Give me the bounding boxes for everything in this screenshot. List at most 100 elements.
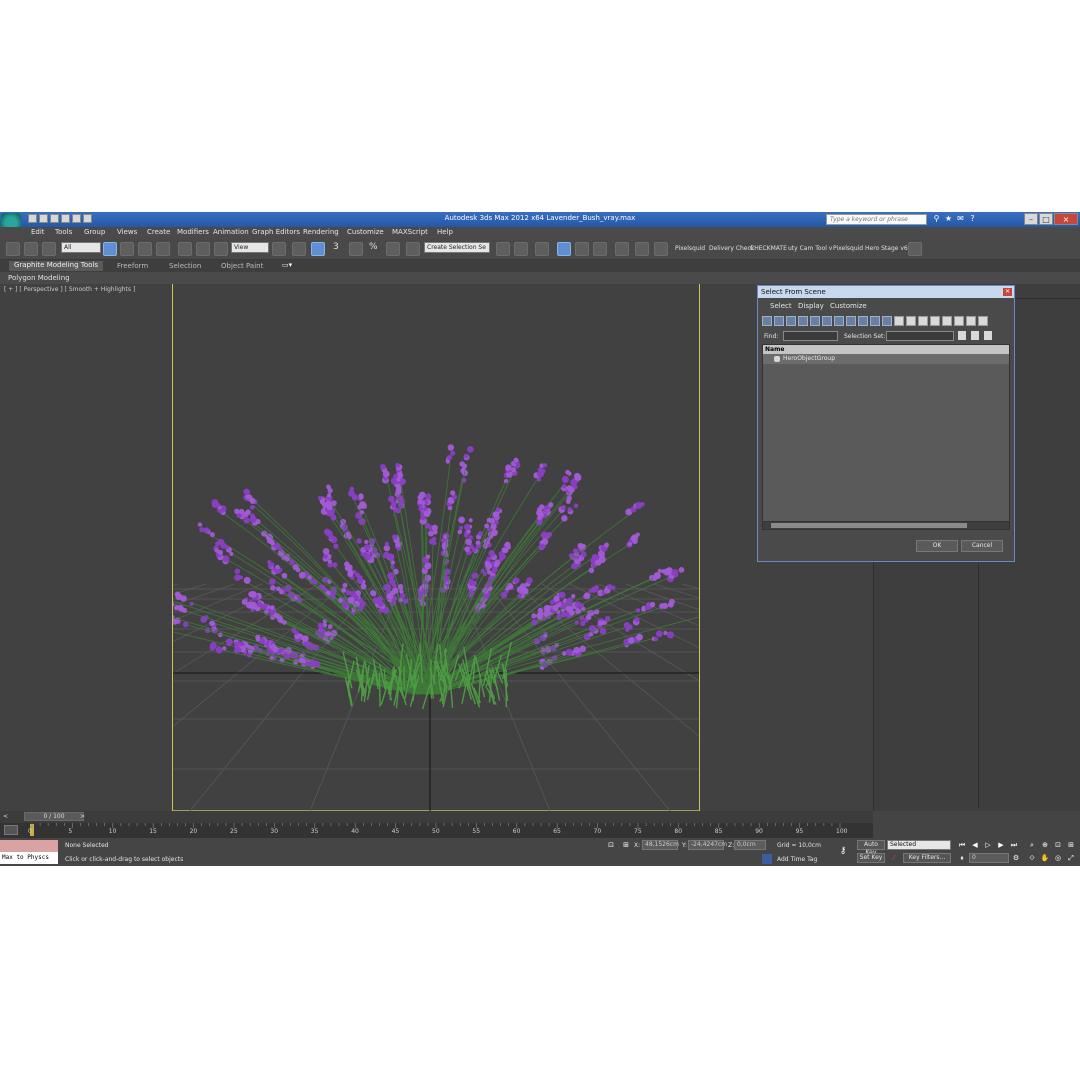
display-frozen-icon[interactable] [882, 316, 892, 326]
dialog-menu-display[interactable]: Display [798, 302, 824, 310]
filter-icon[interactable] [966, 316, 976, 326]
unlink-icon[interactable] [24, 242, 38, 256]
display-groups-icon[interactable] [834, 316, 844, 326]
display-xrefs-icon[interactable] [846, 316, 856, 326]
teapot-render-icon[interactable] [908, 242, 922, 256]
menu-help[interactable]: Help [437, 228, 453, 236]
time-configuration-icon[interactable]: ⚙ [1011, 853, 1021, 863]
find-input[interactable] [783, 331, 838, 341]
dialog-menu-customize[interactable]: Customize [830, 302, 867, 310]
display-geometry-icon[interactable] [762, 316, 772, 326]
align-icon[interactable] [514, 242, 528, 256]
zoom-extents-icon[interactable]: ⊡ [1053, 840, 1063, 850]
reference-coordinate-dropdown[interactable]: View [231, 242, 269, 253]
schematic-view-icon[interactable] [593, 242, 607, 256]
select-none-icon[interactable] [971, 331, 979, 340]
track-bar[interactable]: 0 5 10 15 20 25 30 35 40 45 50 55 60 65 70 75 80 85 90 95 10… [0, 823, 873, 838]
bind-spacewarp-icon[interactable] [42, 242, 56, 256]
key-filters-button[interactable]: Key Filters... [903, 853, 951, 863]
binoculars-icon[interactable]: ⚲ [932, 214, 941, 223]
time-slider-bar[interactable]: < 0 / 100 > [0, 811, 873, 823]
tab-selection[interactable]: Selection [169, 262, 201, 270]
menu-animation[interactable]: Animation [213, 228, 249, 236]
display-lights-icon[interactable] [786, 316, 796, 326]
keyboard-shortcut-override-icon[interactable] [311, 242, 325, 256]
zoom-all-icon[interactable]: ⊕ [1040, 840, 1050, 850]
selection-set-dropdown[interactable] [886, 331, 954, 341]
select-invert-icon[interactable] [984, 331, 992, 340]
menu-create[interactable]: Create [147, 228, 170, 236]
add-time-tag-button[interactable]: Add Time Tag [777, 856, 817, 863]
display-containers-icon[interactable] [870, 316, 880, 326]
time-slider-right-arrow-icon[interactable]: > [80, 813, 85, 820]
menu-tools[interactable]: Tools [55, 228, 72, 236]
list-item[interactable]: HeroObjectGroup [763, 354, 1009, 364]
maxscript-output[interactable] [0, 840, 58, 852]
link-icon[interactable] [6, 242, 20, 256]
key-icon[interactable]: ⚷ [838, 846, 848, 856]
pivot-center-icon[interactable] [272, 242, 286, 256]
display-shapes-icon[interactable] [774, 316, 784, 326]
go-to-end-icon[interactable]: ⏭ [1009, 840, 1019, 850]
current-frame-field[interactable]: 0 [969, 853, 1009, 863]
menu-edit[interactable]: Edit [31, 228, 45, 236]
select-manipulate-icon[interactable] [292, 242, 306, 256]
ok-button[interactable]: OK [916, 540, 958, 552]
minimize-button[interactable]: – [1024, 213, 1038, 225]
menu-views[interactable]: Views [117, 228, 137, 236]
named-selection-sets-dropdown[interactable]: Create Selection Se [424, 242, 490, 253]
plugin-pixelsquid-button[interactable]: Pixelsquid [675, 245, 705, 252]
pan-view-icon[interactable]: ✋ [1040, 853, 1050, 863]
play-icon[interactable]: ▷ [983, 840, 993, 850]
orbit-icon[interactable]: ◎ [1053, 853, 1063, 863]
zoom-icon[interactable]: ⌕ [1027, 840, 1037, 850]
go-to-start-icon[interactable]: ⏮ [957, 840, 967, 850]
close-button[interactable]: × [1054, 213, 1078, 225]
plugin-cam-tool-button[interactable]: uty Cam Tool v [788, 245, 832, 252]
tab-graphite-modeling-tools[interactable]: Graphite Modeling Tools [9, 261, 104, 271]
plugin-delivery-check-button[interactable]: Delivery Check [709, 245, 754, 252]
zoom-extents-all-icon[interactable]: ⊞ [1066, 840, 1076, 850]
scene-object-list[interactable]: Name HeroObjectGroup [762, 344, 1010, 530]
search-input[interactable]: Type a keyword or phrase [826, 214, 927, 225]
lock-selection-icon[interactable]: ⊡ [606, 840, 616, 850]
menu-rendering[interactable]: Rendering [303, 228, 339, 236]
move-icon[interactable] [178, 242, 192, 256]
select-all-icon[interactable] [958, 331, 966, 340]
percent-snap-toggle[interactable]: % [369, 242, 378, 252]
menu-customize[interactable]: Customize [347, 228, 384, 236]
display-all-icon[interactable] [906, 316, 916, 326]
cancel-button[interactable]: Cancel [961, 540, 1003, 552]
mirror-icon[interactable] [496, 242, 510, 256]
maxscript-input[interactable]: Max to Physcs [0, 852, 58, 864]
maximize-viewport-icon[interactable]: ⤢ [1066, 853, 1076, 863]
next-frame-icon[interactable]: ▶ [996, 840, 1006, 850]
display-hidden-icon[interactable] [894, 316, 904, 326]
spinner-snap-icon[interactable] [386, 242, 400, 256]
absolute-mode-icon[interactable]: ⊞ [621, 840, 631, 850]
angle-snap-icon[interactable] [349, 242, 363, 256]
display-invert-icon[interactable] [930, 316, 940, 326]
set-keys-icon[interactable]: ⁄ [889, 853, 899, 863]
key-mode-toggle-icon[interactable]: ⏸ [957, 853, 967, 863]
plugin-checkmate-button[interactable]: CHECKMATE [750, 245, 787, 252]
horizontal-scrollbar[interactable] [763, 521, 1009, 529]
menu-group[interactable]: Group [84, 228, 105, 236]
ribbon-options-icon[interactable]: ▭▾ [282, 261, 292, 269]
edit-named-selection-icon[interactable] [406, 242, 420, 256]
polygon-modeling-label[interactable]: Polygon Modeling [8, 274, 70, 282]
menu-graph-editors[interactable]: Graph Editors [252, 228, 300, 236]
column-header-name[interactable]: Name [763, 345, 1009, 354]
x-coordinate-field[interactable]: 48,1526cm [642, 840, 679, 850]
rectangular-region-icon[interactable] [138, 242, 152, 256]
z-coordinate-field[interactable]: 0,0cm [734, 840, 766, 850]
display-bones-icon[interactable] [858, 316, 868, 326]
scrollbar-thumb[interactable] [771, 523, 967, 528]
communication-icon[interactable]: ✉ [956, 214, 965, 223]
snaps-toggle[interactable]: 3 [333, 242, 339, 252]
tab-freeform[interactable]: Freeform [117, 262, 148, 270]
dialog-close-icon[interactable]: ✕ [1003, 288, 1012, 296]
select-object-icon[interactable] [103, 242, 117, 256]
viewport-label[interactable]: [ + ] [ Perspective ] [ Smooth + Highlig… [4, 286, 135, 293]
time-slider[interactable]: 0 / 100 [24, 812, 84, 821]
